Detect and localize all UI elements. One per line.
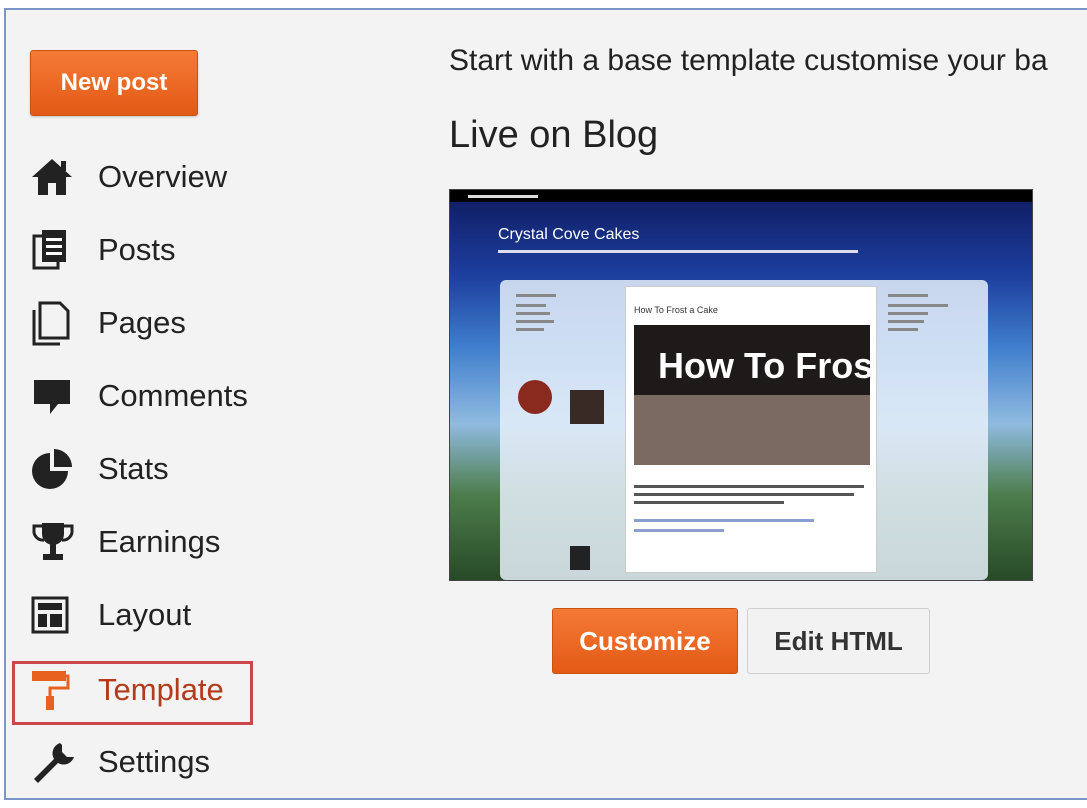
sidebar-item-label: Comments bbox=[98, 378, 248, 413]
preview-navbar bbox=[450, 190, 1032, 202]
pages-icon bbox=[30, 298, 80, 348]
sidebar-item-label: Posts bbox=[98, 232, 176, 267]
sidebar-item-label: Template bbox=[98, 672, 224, 707]
layout-icon bbox=[30, 590, 80, 640]
sidebar-item-label: Earnings bbox=[98, 524, 221, 559]
customize-button[interactable]: Customize bbox=[552, 608, 738, 674]
sidebar-item-earnings[interactable]: Earnings bbox=[30, 512, 260, 572]
sidebar-item-posts[interactable]: Posts bbox=[30, 220, 260, 280]
sidebar-item-label: Pages bbox=[98, 305, 186, 340]
preview-post-title: How To Frost a Cake bbox=[634, 305, 718, 315]
sidebar-item-settings[interactable]: Settings bbox=[30, 732, 260, 792]
sidebar-item-overview[interactable]: Overview bbox=[30, 147, 260, 207]
posts-icon bbox=[30, 225, 80, 275]
paint-roller-icon bbox=[30, 665, 80, 715]
sidebar-item-comments[interactable]: Comments bbox=[30, 366, 260, 426]
preview-post-image: How To Fros bbox=[634, 325, 870, 465]
sidebar-item-label: Overview bbox=[98, 159, 228, 194]
home-icon bbox=[30, 152, 80, 202]
live-on-blog-title: Live on Blog bbox=[449, 114, 659, 156]
sidebar-item-label: Stats bbox=[98, 451, 169, 486]
sidebar-item-stats[interactable]: Stats bbox=[30, 439, 260, 499]
new-post-button[interactable]: New post bbox=[30, 50, 198, 116]
intro-text: Start with a base template customise you… bbox=[449, 44, 1048, 77]
comment-icon bbox=[30, 371, 80, 421]
preview-blog-subtitle bbox=[498, 250, 858, 253]
edit-html-button[interactable]: Edit HTML bbox=[747, 608, 930, 674]
preview-blog-title: Crystal Cove Cakes bbox=[498, 226, 640, 243]
preview-photo-text: How To Fros bbox=[658, 345, 870, 386]
sidebar-item-layout[interactable]: Layout bbox=[30, 585, 260, 645]
pie-chart-icon bbox=[30, 444, 80, 494]
sidebar-item-pages[interactable]: Pages bbox=[30, 293, 260, 353]
preview-post: How To Frost a Cake How To Fros bbox=[625, 286, 877, 573]
sidebar-item-template[interactable]: Template bbox=[30, 660, 260, 720]
sidebar-item-label: Layout bbox=[98, 597, 192, 632]
wrench-icon bbox=[30, 737, 80, 787]
sidebar-item-label: Settings bbox=[98, 744, 211, 779]
trophy-icon bbox=[30, 517, 80, 567]
template-preview[interactable]: Crystal Cove Cakes How To Frost a Cake H… bbox=[449, 189, 1033, 581]
